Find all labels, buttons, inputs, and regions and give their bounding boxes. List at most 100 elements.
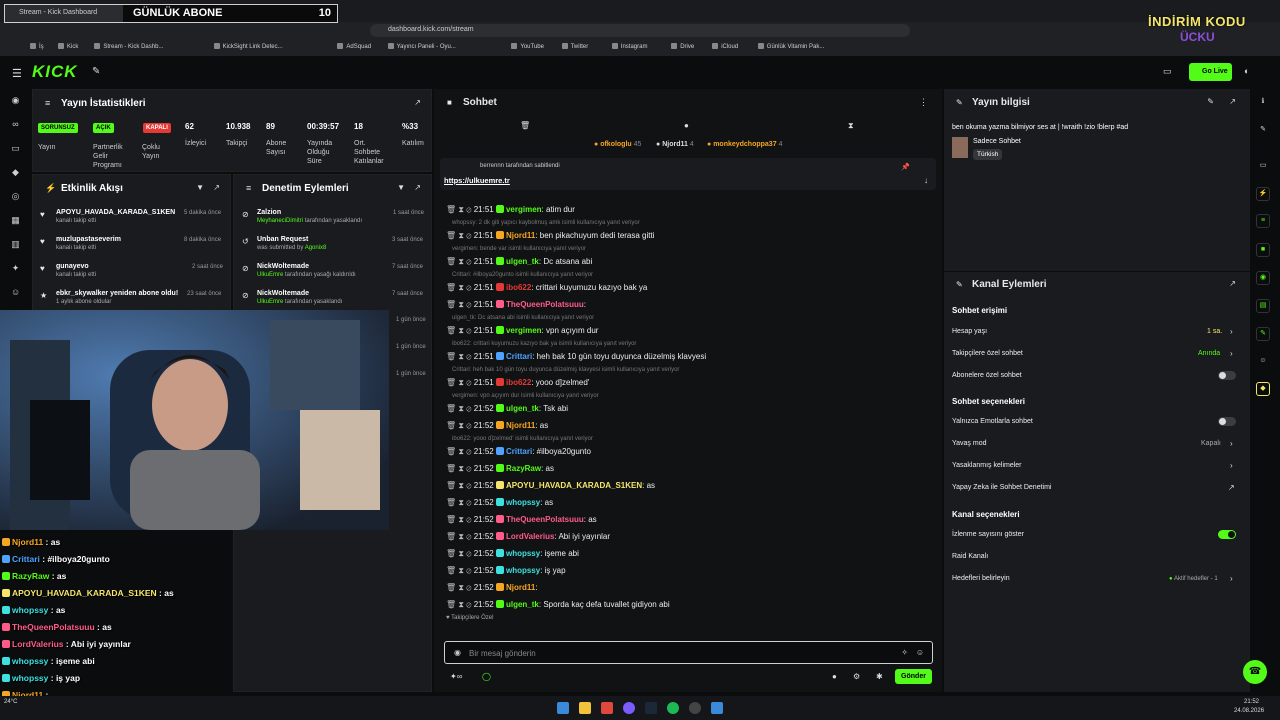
banned-words-row[interactable]: Yasaklanmış kelimeler xyxy=(952,462,1022,469)
ban-icon[interactable]: ⊘ xyxy=(466,566,471,575)
timeout-icon[interactable]: ⧗ xyxy=(458,300,464,309)
chat-username[interactable]: APOYU_HAVADA_KARADA_S1KEN xyxy=(506,481,642,490)
popout-icon[interactable]: ↗ xyxy=(1229,279,1236,288)
shield-icon[interactable]: ◆ xyxy=(11,168,20,177)
trash-icon[interactable]: 🗑 xyxy=(446,257,456,266)
file-explorer-icon[interactable] xyxy=(579,702,591,714)
trash-icon[interactable]: 🗑 xyxy=(446,498,456,507)
popout-icon[interactable]: ↗ xyxy=(213,183,220,192)
timeout-icon[interactable]: ⧗ xyxy=(458,378,464,387)
trash-icon[interactable]: 🗑 xyxy=(446,515,456,524)
chat-message[interactable]: 🗑 ⧗ ⊘ 21:52 ulgen_tk: Tsk abi xyxy=(446,403,568,415)
layout-icon[interactable]: ▦ xyxy=(11,216,20,225)
chat-username[interactable]: Njord11 xyxy=(506,231,535,240)
send-button[interactable]: Gönder xyxy=(895,669,932,684)
chat-message[interactable]: 🗑 ⧗ ⊘ 21:52 ulgen_tk: Sporda kaç defa tu… xyxy=(446,599,670,611)
bookmark-item[interactable]: Günlük Vitamin Pak... xyxy=(758,43,825,50)
kick-logo[interactable]: KICK xyxy=(32,62,78,82)
ban-icon[interactable]: ⊘ xyxy=(466,205,471,214)
emoji-icon[interactable]: ☺ xyxy=(916,648,924,657)
goals-row[interactable]: Hedefleri belirleyin xyxy=(952,575,1010,582)
bookmark-item[interactable]: Kick xyxy=(58,43,78,50)
window-icon[interactable]: ▭ xyxy=(11,144,20,153)
obs-icon[interactable] xyxy=(689,702,701,714)
timeout-icon[interactable]: ⧗ xyxy=(458,352,464,361)
stream-icon[interactable]: ◉ xyxy=(11,96,20,105)
chat-message[interactable]: 🗑 ⧗ ⊘ 21:52 Crittari: #ilboya20gunto xyxy=(446,446,591,458)
popout-icon[interactable]: ↗ xyxy=(414,98,421,107)
bubble-icon[interactable]: ● xyxy=(684,121,689,130)
timeout-icon[interactable]: ⧗ xyxy=(458,515,464,524)
raid-channel-row[interactable]: Raid Kanalı xyxy=(952,553,988,560)
ban-icon[interactable]: ⊘ xyxy=(466,600,471,609)
chat-message[interactable]: 🗑 ⧗ ⊘ 21:51 vergimen: atim dur xyxy=(446,204,575,216)
chat-username[interactable]: whopssy xyxy=(506,566,540,575)
more-icon[interactable]: ⋮ xyxy=(919,97,928,108)
filter-icon[interactable]: ▼ xyxy=(397,183,405,192)
trash-icon[interactable]: 🗑 xyxy=(446,481,456,490)
trash-icon[interactable]: 🗑 xyxy=(446,600,456,609)
bookmark-item[interactable]: KickSight Link Detec... xyxy=(214,43,283,50)
bookmark-item[interactable]: Twitter xyxy=(562,43,589,50)
gem-icon[interactable]: ◆ xyxy=(1256,382,1270,396)
tools-icon[interactable]: ✦ xyxy=(11,264,20,273)
browser-icon[interactable] xyxy=(601,702,613,714)
popout-icon[interactable]: ↗ xyxy=(1229,97,1236,106)
url-bar[interactable]: dashboard.kick.com/stream xyxy=(370,24,910,37)
timeout-icon[interactable]: ⧗ xyxy=(458,257,464,266)
bookmark-item[interactable]: İş xyxy=(30,43,44,50)
hesap-yasi-row[interactable]: Hesap yaşı xyxy=(952,328,987,335)
windows-start-icon[interactable] xyxy=(557,702,569,714)
trash-icon[interactable]: 🗑 xyxy=(446,283,456,292)
bookmark-item[interactable]: AdSquad xyxy=(337,43,371,50)
emote-only-toggle[interactable] xyxy=(1218,417,1236,426)
chat-username[interactable]: RazyRaw xyxy=(506,464,541,473)
info-icon[interactable]: ℹ xyxy=(1256,96,1270,110)
trash-icon[interactable]: 🗑 xyxy=(446,583,456,592)
trash-icon[interactable]: 🗑 xyxy=(446,404,456,413)
go-live-button[interactable]: Go Live xyxy=(1189,63,1232,81)
followers-chat-row[interactable]: Takipçilere özel sohbet xyxy=(952,350,1023,357)
timeout-icon[interactable]: ⧗ xyxy=(458,464,464,473)
pin-icon[interactable]: ✎ xyxy=(92,66,100,77)
gear-icon[interactable]: ⚙ xyxy=(853,672,860,681)
steam-icon[interactable] xyxy=(645,702,657,714)
trash-icon[interactable]: 🗑 xyxy=(446,378,456,387)
chat-message[interactable]: 🗑 ⧗ ⊘ 21:51 Crittari: heh bak 10 gün toy… xyxy=(446,351,706,363)
trash-icon[interactable]: 🗑 xyxy=(446,532,456,541)
timeout-icon[interactable]: ⧗ xyxy=(458,404,464,413)
trash-icon[interactable]: 🗑 xyxy=(446,566,456,575)
chat-icon[interactable]: ■ xyxy=(1256,243,1270,257)
bookmark-item[interactable]: Yayıncı Paneli - Oyu... xyxy=(388,43,456,50)
ban-icon[interactable]: ⊘ xyxy=(466,231,471,240)
chat-username[interactable]: TheQueenPolatsuuu xyxy=(506,515,584,524)
chat-message[interactable]: 🗑 ⧗ ⊘ 21:52 whopssy: iş yap xyxy=(446,565,566,577)
show-viewers-toggle[interactable] xyxy=(1218,530,1236,539)
chat-message[interactable]: 🗑 ⧗ ⊘ 21:52 whopssy: as xyxy=(446,497,553,509)
list-icon[interactable]: ≡ xyxy=(1256,214,1270,228)
timeout-icon[interactable]: ⧗ xyxy=(458,566,464,575)
timeout-icon[interactable]: ⧗ xyxy=(458,205,464,214)
chat-message[interactable]: 🗑 ⧗ ⊘ 21:51 Njord11: ben pikachuyum dedi… xyxy=(446,230,655,242)
trash-icon[interactable]: 🗑 xyxy=(446,352,456,361)
timeout-icon[interactable]: ⧗ xyxy=(458,532,464,541)
tag-badge[interactable]: Türkish xyxy=(973,149,1003,160)
chat-message[interactable]: 🗑 ⧗ ⊘ 21:52 LordValerius: Abi iyi yayınl… xyxy=(446,531,610,543)
ban-icon[interactable]: ⊘ xyxy=(466,404,471,413)
ban-icon[interactable]: ⊘ xyxy=(466,464,471,473)
chat-username[interactable]: whopssy xyxy=(506,549,540,558)
timeout-icon[interactable]: ⧗ xyxy=(458,600,464,609)
timeout-icon[interactable]: ⧗ xyxy=(458,421,464,430)
chat-message[interactable]: 🗑 ⧗ ⊘ 21:51 vergimen: vpn açıyım dur xyxy=(446,325,598,337)
chat-username[interactable]: vergimen xyxy=(506,205,542,214)
trash-icon[interactable]: 🗑 xyxy=(446,421,456,430)
chat-message[interactable]: 🗑 ⧗ ⊘ 21:52 TheQueenPolatsuuu: as xyxy=(446,514,597,526)
profile-icon[interactable]: ◐ xyxy=(1244,66,1249,76)
bookmark-item[interactable]: iCloud xyxy=(712,43,738,50)
chat-input[interactable]: ◉ Bir mesaj gönderin ✧ ☺ xyxy=(444,641,933,664)
trash-icon[interactable]: 🗑 xyxy=(446,326,456,335)
chevron-down-icon[interactable]: ↓ xyxy=(924,176,928,185)
ban-icon[interactable]: ⊘ xyxy=(466,283,471,292)
chat-message[interactable]: 🗑 ⧗ ⊘ 21:52 APOYU_HAVADA_KARADA_S1KEN: a… xyxy=(446,480,655,492)
chat-username[interactable]: TheQueenPolatsuuu xyxy=(506,300,584,309)
